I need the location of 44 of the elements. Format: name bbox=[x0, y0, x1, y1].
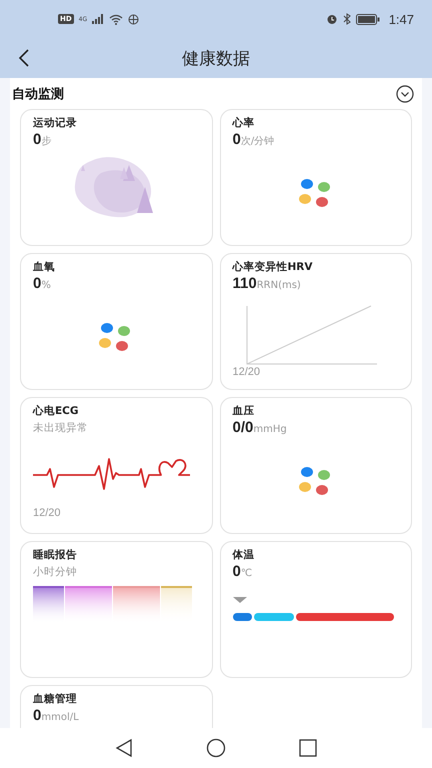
metric-value: 0/0mmHg bbox=[232, 418, 288, 438]
signal-icon bbox=[92, 14, 104, 24]
card-title: 心电ECG bbox=[33, 404, 80, 418]
metric-card[interactable]: 体温 0℃ bbox=[220, 541, 412, 678]
home-nav-icon[interactable] bbox=[206, 738, 226, 758]
wifi-icon bbox=[109, 14, 124, 24]
section-title: 自动监测 bbox=[12, 86, 64, 102]
metric-card[interactable]: 血糖管理 0mmol/L bbox=[20, 685, 212, 728]
heartbeat-line-icon bbox=[33, 456, 193, 492]
card-title: 心率变异性HRV bbox=[232, 260, 314, 274]
card-title: 体温 bbox=[232, 548, 256, 562]
metric-value: 110RRN(ms) bbox=[232, 274, 302, 294]
card-title: 心率 bbox=[232, 116, 256, 130]
card-title: 睡眠报告 bbox=[33, 548, 78, 562]
card-title: 运动记录 bbox=[33, 116, 78, 130]
card-subtitle: 小时分钟 bbox=[33, 565, 78, 580]
card-subtitle: 未出现异常 bbox=[33, 421, 89, 436]
ecg-date: 12/20 bbox=[33, 506, 61, 518]
metric-card[interactable]: 心电ECG 未出现异常 12/20 bbox=[20, 397, 212, 534]
battery-icon bbox=[356, 14, 380, 24]
recents-nav-icon[interactable] bbox=[298, 738, 318, 758]
metric-value: 0℃ bbox=[232, 562, 254, 582]
status-time: 1:47 bbox=[388, 12, 414, 26]
collapse-icon[interactable] bbox=[396, 84, 414, 102]
metric-card[interactable]: 心率变异性HRV 110RRN(ms) 12/20 bbox=[220, 253, 412, 390]
metric-value: 0mmol/L bbox=[33, 706, 80, 726]
loading-dots-icon bbox=[298, 179, 333, 209]
page-title: 健康数据 bbox=[182, 48, 250, 70]
metric-card[interactable]: 运动记录 0步 bbox=[20, 109, 212, 246]
metric-card[interactable]: 心率 0次/分钟 bbox=[220, 109, 412, 246]
metric-value: 0步 bbox=[33, 130, 52, 150]
metric-value: 0% bbox=[33, 274, 52, 294]
metric-card[interactable]: 血氧 0% bbox=[20, 253, 212, 390]
back-nav-icon[interactable] bbox=[114, 738, 134, 758]
card-title: 血糖管理 bbox=[33, 692, 78, 706]
metric-value: 0次/分钟 bbox=[232, 130, 276, 150]
metric-card[interactable]: 睡眠报告 小时分钟 bbox=[20, 541, 212, 678]
chart-date: 12/20 bbox=[232, 366, 262, 378]
bluetooth-icon bbox=[342, 13, 351, 25]
card-title: 血压 bbox=[232, 404, 256, 418]
loading-dots-icon bbox=[298, 467, 333, 497]
alarm-icon bbox=[326, 13, 338, 25]
card-title: 血氧 bbox=[33, 260, 56, 274]
metric-card[interactable]: 血压 0/0mmHg bbox=[220, 397, 412, 534]
